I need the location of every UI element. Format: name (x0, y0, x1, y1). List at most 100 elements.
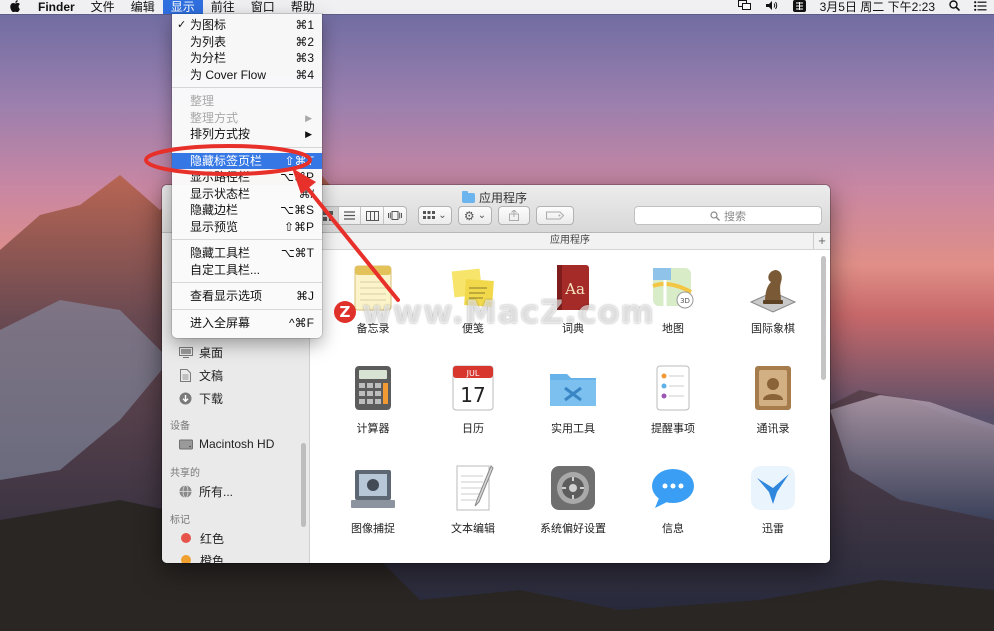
sidebar-item-label: 下载 (199, 391, 224, 406)
menubar-edit[interactable]: 编辑 (123, 0, 163, 14)
search-icon (710, 210, 720, 221)
sidebar-header-tags: 标记 (170, 515, 190, 526)
input-method-icon[interactable] (786, 0, 813, 14)
menu-item-as-list[interactable]: 为列表 ⌘2 (172, 34, 322, 51)
app-label: 备忘录 (356, 323, 390, 335)
sidebar-item-shared-all[interactable]: 所有... (178, 482, 233, 500)
menu-item-show-path-bar[interactable]: 显示路径栏 ⌥⌘P (172, 169, 322, 186)
mirroring-icon[interactable] (731, 0, 758, 14)
app-label: 地图 (662, 323, 684, 335)
app-chess[interactable]: 国际象棋 (725, 262, 821, 336)
menu-item-shortcut: ⌘2 (295, 34, 314, 49)
menu-item-show-view-options[interactable]: 查看显示选项 ⌘J (172, 288, 322, 305)
menubar-clock[interactable]: 3月5日 周二 下午2:23 (813, 0, 942, 14)
menu-item-as-icons[interactable]: ✓ 为图标 ⌘1 (172, 17, 322, 34)
app-calendar[interactable]: JUL 17 日历 (425, 362, 521, 436)
menu-item-label: 隐藏边栏 (190, 203, 239, 217)
app-label: 提醒事项 (651, 423, 695, 435)
sidebar-item-desktop[interactable]: 桌面 (178, 343, 223, 361)
menu-item-shortcut: ⇧⌘T (284, 153, 314, 168)
app-textedit[interactable]: 文本编辑 (425, 462, 521, 536)
volume-icon[interactable] (758, 0, 786, 14)
menu-item-sort-by[interactable]: 排列方式按 ▶ (172, 126, 322, 143)
reminders-icon (647, 362, 699, 414)
menubar-go[interactable]: 前往 (203, 0, 243, 14)
app-image-capture[interactable]: 图像捕捉 (325, 462, 421, 536)
app-label: 日历 (462, 423, 484, 435)
utilities-folder-icon (547, 362, 599, 414)
app-reminders[interactable]: 提醒事项 (625, 362, 721, 436)
menu-item-label: 显示路径栏 (190, 170, 251, 184)
menu-item-shortcut: ⌘1 (295, 18, 314, 32)
app-notes[interactable]: 备忘录 (325, 262, 421, 336)
menubar-finder[interactable]: Finder (30, 0, 83, 14)
cover-flow-view-button[interactable] (384, 207, 406, 224)
menubar-file[interactable]: 文件 (83, 0, 123, 14)
apple-menu-icon[interactable] (0, 0, 30, 14)
edit-tags-button[interactable] (537, 207, 573, 224)
red-tag-icon (181, 533, 191, 543)
sidebar-item-label: 橙色 (200, 553, 225, 564)
sidebar-item-label: Macintosh HD (199, 437, 275, 451)
menu-item-as-columns[interactable]: 为分栏 ⌘3 (172, 50, 322, 67)
share-button[interactable] (499, 207, 529, 224)
search-placeholder: 搜索 (724, 210, 746, 223)
menu-item-show-preview[interactable]: 显示预览 ⇧⌘P (172, 219, 322, 236)
app-utilities[interactable]: 实用工具 (525, 362, 621, 436)
sidebar-item-tag-red[interactable]: 红色 (178, 529, 224, 547)
app-label: 实用工具 (551, 423, 595, 435)
menubar-help[interactable]: 帮助 (283, 0, 323, 14)
app-label: 计算器 (356, 423, 390, 435)
file-grid: 备忘录 便笺 Aa 词典 3D 地图 国际象棋 计算器 JUL 17 日历 实用… (311, 250, 830, 563)
menu-item-enter-full-screen[interactable]: 进入全屏幕 ^⌘F (172, 315, 322, 332)
action-gear-button[interactable]: ⚙ ⌄ (459, 207, 491, 224)
app-system-preferences[interactable]: 系统偏好设置 (525, 462, 621, 536)
sidebar-scrollbar[interactable] (301, 443, 306, 527)
app-contacts[interactable]: 通讯录 (725, 362, 821, 436)
arrange-button[interactable]: ⌄ (419, 207, 451, 224)
app-stickies[interactable]: 便笺 (425, 262, 521, 336)
menu-item-as-cover-flow[interactable]: 为 Cover Flow ⌘4 (172, 67, 322, 84)
chevron-down-icon: ⌄ (438, 210, 447, 221)
menu-item-hide-toolbar[interactable]: 隐藏工具栏 ⌥⌘T (172, 245, 322, 262)
sidebar-item-label: 红色 (200, 531, 225, 546)
menu-item-shortcut: ⌥⌘S (280, 203, 314, 217)
search-input[interactable]: 搜索 (634, 206, 822, 225)
tags-group (536, 206, 574, 225)
app-thunder[interactable]: 迅雷 (725, 462, 821, 536)
menu-item-hide-tab-bar[interactable]: 隐藏标签页栏 ⇧⌘T (172, 152, 322, 169)
spotlight-search-icon[interactable] (942, 0, 967, 14)
column-view-button[interactable] (361, 207, 384, 224)
window-title: 应用程序 (462, 189, 527, 206)
menu-item-show-status-bar[interactable]: 显示状态栏 ⌘/ (172, 186, 322, 203)
sidebar-item-downloads[interactable]: 下载 (178, 389, 223, 407)
menubar-window[interactable]: 窗口 (243, 0, 283, 14)
tab-bar: 应用程序 + (310, 233, 830, 250)
menubar-view[interactable]: 显示 (162, 0, 203, 14)
menu-item-hide-sidebar[interactable]: 隐藏边栏 ⌥⌘S (172, 202, 322, 219)
sidebar-item-documents[interactable]: 文稿 (178, 366, 223, 384)
menu-item-label: 排列方式按 (190, 127, 251, 141)
gear-icon: ⚙ (463, 208, 475, 223)
sidebar-item-tag-orange[interactable]: 橙色 (178, 551, 224, 563)
add-tab-button[interactable]: + (813, 233, 830, 249)
system-preferences-icon (547, 462, 599, 514)
content-scrollbar[interactable] (821, 256, 826, 380)
app-dictionary[interactable]: Aa 词典 (525, 262, 621, 336)
stickies-icon (447, 262, 499, 314)
menu-bar: Finder 文件 编辑 显示 前往 窗口 帮助 3月5日 周二 下午2:23 (0, 0, 994, 14)
menu-item-customize-toolbar[interactable]: 自定工具栏... (172, 262, 322, 279)
menu-item-label: 自定工具栏... (190, 262, 261, 277)
tab-applications[interactable]: 应用程序 (550, 235, 590, 246)
sidebar-item-macintosh-hd[interactable]: Macintosh HD (178, 435, 274, 453)
menu-item-shortcut: ⇧⌘P (283, 219, 314, 234)
menu-item-shortcut: ⌘4 (295, 67, 314, 82)
messages-icon (647, 462, 699, 514)
app-maps[interactable]: 3D 地图 (625, 262, 721, 336)
app-calculator[interactable]: 计算器 (325, 362, 421, 436)
list-view-button[interactable] (339, 207, 361, 224)
app-messages[interactable]: 信息 (625, 462, 721, 536)
sidebar-item-label: 桌面 (199, 345, 224, 360)
orange-tag-icon (181, 555, 191, 563)
notification-center-icon[interactable] (967, 0, 994, 14)
